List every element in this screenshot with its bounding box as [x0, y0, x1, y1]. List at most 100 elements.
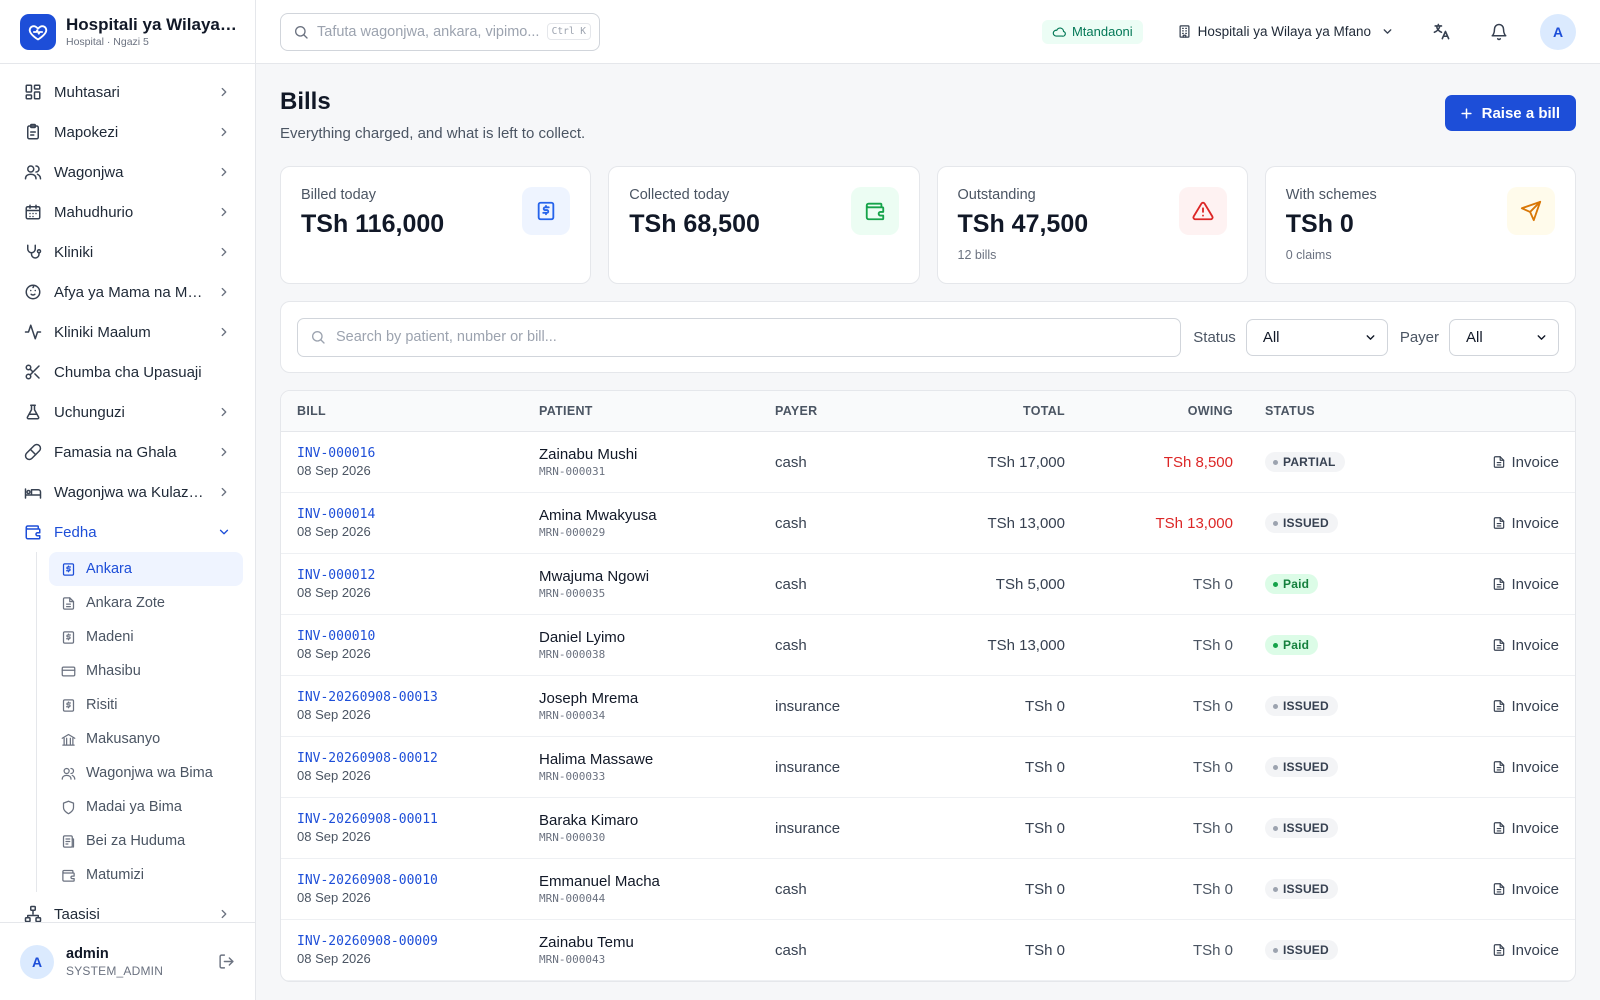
- submenu-item[interactable]: Risiti: [49, 688, 243, 722]
- raise-bill-label: Raise a bill: [1481, 104, 1560, 122]
- bill-number-link[interactable]: INV-20260908-00011: [297, 812, 539, 827]
- bill-search[interactable]: [297, 317, 1182, 357]
- column-header-payer[interactable]: PAYER: [775, 404, 925, 418]
- bill-number-link[interactable]: INV-20260908-00012: [297, 751, 539, 766]
- bill-number-link[interactable]: INV-000012: [297, 568, 539, 583]
- chevron-right-icon: [217, 405, 231, 419]
- page-subtitle: Everything charged, and what is left to …: [280, 125, 586, 142]
- submenu-item-label: Madai ya Bima: [86, 799, 182, 815]
- logout-icon[interactable]: [218, 953, 235, 970]
- document-icon: [1492, 577, 1506, 591]
- sidebar-item-label: Wagonjwa wa Kulazwa: [54, 483, 205, 501]
- status-dot: [1273, 886, 1278, 892]
- invoice-button[interactable]: Invoice: [1492, 698, 1559, 715]
- sidebar-item[interactable]: Uchunguzi: [12, 392, 243, 432]
- brand-subtitle: Hospital · Ngazi 5: [66, 36, 149, 48]
- total-cell: TSh 13,000: [987, 514, 1065, 532]
- sidebar-item-finance[interactable]: Fedha: [12, 512, 243, 552]
- table-row[interactable]: INV-20260908-00011 08 Sep 2026 Baraka Kima…: [281, 798, 1575, 859]
- column-header-total[interactable]: TOTAL: [925, 404, 1065, 418]
- payer-filter-select[interactable]: All: [1449, 318, 1559, 356]
- payer-cell: insurance: [775, 819, 841, 837]
- user-avatar-button[interactable]: A: [1540, 13, 1576, 50]
- patient-name: Zainabu Mushi: [539, 446, 638, 463]
- column-header-owing[interactable]: OWING: [1065, 404, 1233, 418]
- sidebar-item[interactable]: Mapokezi: [12, 112, 243, 152]
- sidebar-item[interactable]: Mahudhurio: [12, 192, 243, 232]
- submenu-item-label: Makusanyo: [86, 731, 161, 747]
- payer-cell: cash: [775, 575, 807, 593]
- invoice-label: Invoice: [1511, 453, 1559, 471]
- sidebar-item[interactable]: Wagonjwa wa Kulazwa: [12, 472, 243, 512]
- sidebar-item[interactable]: Wagonjwa: [12, 152, 243, 192]
- brand[interactable]: Hospitali ya Wilaya ya Mfano Hospital · …: [0, 0, 255, 64]
- facility-selector[interactable]: Hospitali ya Wilaya ya Mfano: [1169, 16, 1402, 48]
- language-button[interactable]: [1422, 13, 1460, 51]
- table-row[interactable]: INV-000010 08 Sep 2026 Daniel Lyimo MRN-000…: [281, 615, 1575, 676]
- patient-mrn: MRN-000044: [539, 892, 606, 905]
- sidebar-item[interactable]: Chumba cha Upasuaji: [12, 352, 243, 392]
- status-filter-select[interactable]: All: [1245, 318, 1388, 356]
- payer-cell: cash: [775, 453, 807, 471]
- invoice-label: Invoice: [1511, 697, 1559, 715]
- status-dot: [1273, 642, 1278, 648]
- bill-search-input[interactable]: [336, 329, 1169, 345]
- sidebar-item[interactable]: Famasia na Ghala: [12, 432, 243, 472]
- bill-number-link[interactable]: INV-000016: [297, 446, 539, 461]
- table-row[interactable]: INV-20260908-00012 08 Sep 2026 Halima Mass…: [281, 737, 1575, 798]
- invoice-button[interactable]: Invoice: [1492, 820, 1559, 837]
- status-dot: [1273, 520, 1278, 526]
- avatar[interactable]: A: [20, 944, 54, 979]
- payer-cell: cash: [775, 941, 807, 959]
- submenu-item[interactable]: Makusanyo: [49, 722, 243, 756]
- global-search[interactable]: Ctrl K: [280, 12, 600, 51]
- payer-cell: cash: [775, 636, 807, 654]
- raise-bill-button[interactable]: Raise a bill: [1444, 95, 1576, 131]
- submenu-item[interactable]: Matumizi: [49, 858, 243, 892]
- column-header-patient[interactable]: PATIENT: [539, 404, 775, 418]
- invoice-button[interactable]: Invoice: [1492, 759, 1559, 776]
- invoice-button[interactable]: Invoice: [1492, 515, 1559, 532]
- sidebar-item[interactable]: Kliniki: [12, 232, 243, 272]
- column-header-status[interactable]: STATUS: [1233, 404, 1383, 418]
- bill-date: 08 Sep 2026: [297, 951, 371, 966]
- chevron-right-icon: [217, 907, 231, 921]
- table-row[interactable]: INV-000012 08 Sep 2026 Mwajuma Ngowi MRN-00…: [281, 554, 1575, 615]
- submenu-item[interactable]: Wagonjwa wa Bima: [49, 756, 243, 790]
- sidebar-item[interactable]: Afya ya Mama na Mtoto: [12, 272, 243, 312]
- notifications-button[interactable]: [1480, 13, 1518, 51]
- table-row[interactable]: INV-000016 08 Sep 2026 Zainabu Mushi MRN-00…: [281, 432, 1575, 493]
- chevron-right-icon: [217, 445, 231, 459]
- invoice-button[interactable]: Invoice: [1492, 637, 1559, 654]
- invoice-button[interactable]: Invoice: [1492, 881, 1559, 898]
- invoice-button[interactable]: Invoice: [1492, 454, 1559, 471]
- table-row[interactable]: INV-20260908-00013 08 Sep 2026 Joseph Mrem…: [281, 676, 1575, 737]
- bill-number-link[interactable]: INV-000010: [297, 629, 539, 644]
- status-badge: Paid: [1265, 574, 1319, 595]
- global-search-input[interactable]: [317, 23, 539, 40]
- submenu-item[interactable]: Madeni: [49, 620, 243, 654]
- table-row[interactable]: INV-20260908-00010 08 Sep 2026 Emmanuel Ma…: [281, 859, 1575, 920]
- submenu-item[interactable]: Bei za Huduma: [49, 824, 243, 858]
- table-row[interactable]: INV-20260908-00009 08 Sep 2026 Zainabu Tem…: [281, 920, 1575, 981]
- bill-number-link[interactable]: INV-20260908-00009: [297, 934, 539, 949]
- invoice-button[interactable]: Invoice: [1492, 576, 1559, 593]
- table-row[interactable]: INV-000014 08 Sep 2026 Amina Mwakyusa MRN-0…: [281, 493, 1575, 554]
- patient-mrn: MRN-000033: [539, 770, 606, 783]
- topbar: Ctrl K Mtandaoni Hospitali ya Wilaya ya …: [256, 0, 1600, 64]
- invoice-button[interactable]: Invoice: [1492, 942, 1559, 959]
- bill-number-link[interactable]: INV-20260908-00013: [297, 690, 539, 705]
- status-dot: [1273, 764, 1278, 770]
- sidebar-item[interactable]: Muhtasari: [12, 72, 243, 112]
- submenu-item[interactable]: Ankara: [49, 552, 243, 586]
- submenu-item[interactable]: Ankara Zote: [49, 586, 243, 620]
- submenu-item[interactable]: Mhasibu: [49, 654, 243, 688]
- column-header-bill[interactable]: BILL: [281, 404, 539, 418]
- sidebar-item[interactable]: Kliniki Maalum: [12, 312, 243, 352]
- receipt-icon: [61, 630, 76, 645]
- submenu-item[interactable]: Madai ya Bima: [49, 790, 243, 824]
- bill-number-link[interactable]: INV-20260908-00010: [297, 873, 539, 888]
- bell-icon: [1490, 23, 1508, 41]
- bill-number-link[interactable]: INV-000014: [297, 507, 539, 522]
- patient-mrn: MRN-000038: [539, 648, 606, 661]
